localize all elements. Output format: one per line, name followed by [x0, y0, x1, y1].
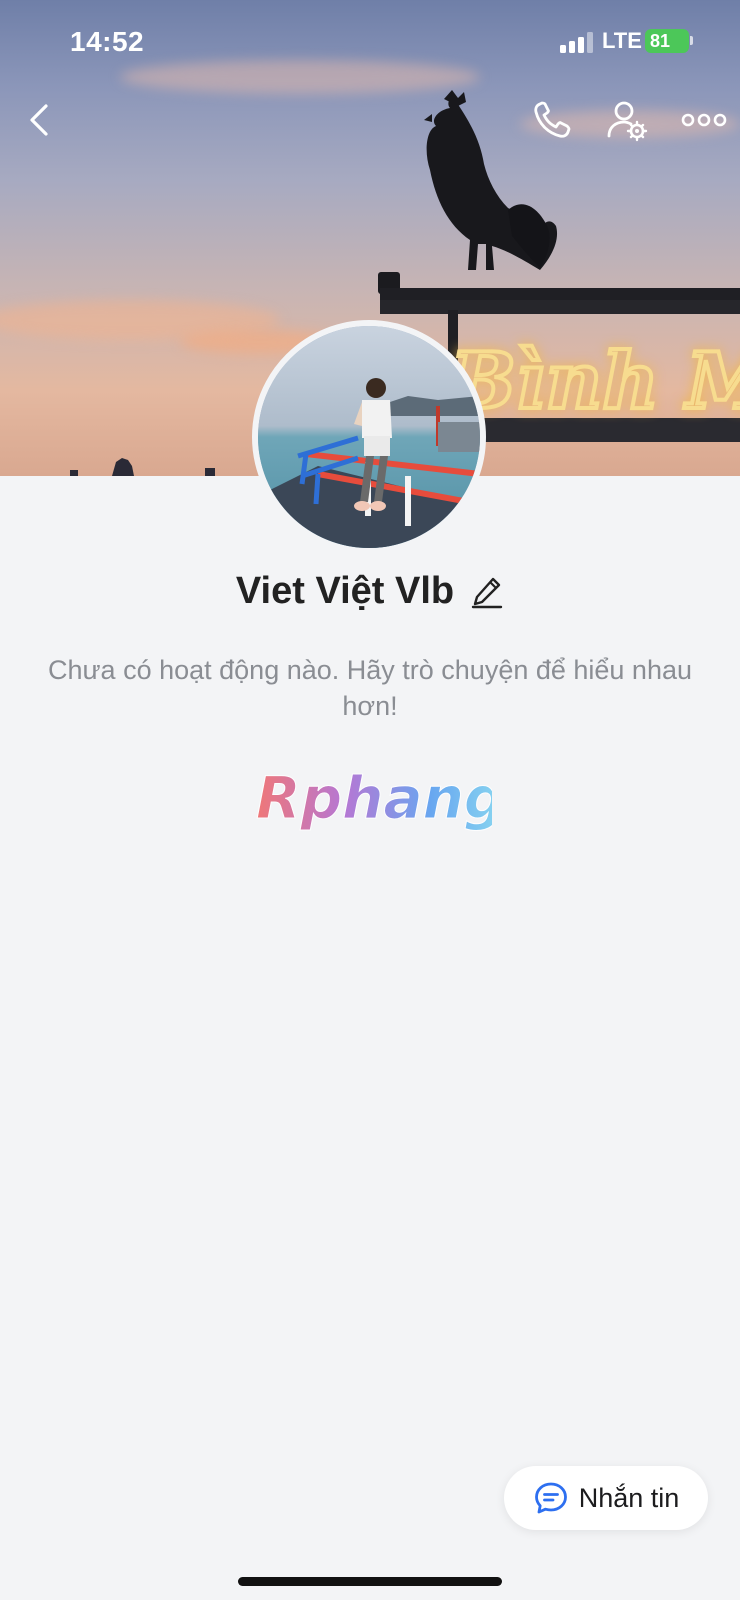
battery-tip [690, 36, 693, 45]
watermark-text: Rphang [256, 766, 492, 832]
message-button-label: Nhắn tin [578, 1482, 680, 1513]
network-label: LTE [602, 28, 642, 53]
home-indicator[interactable] [238, 1577, 502, 1586]
more-dots-icon [681, 113, 727, 127]
message-button[interactable]: Nhắn tin [504, 1466, 708, 1530]
back-button[interactable] [16, 96, 64, 144]
profile-settings-button[interactable] [604, 96, 652, 144]
pencil-icon[interactable] [470, 575, 504, 609]
activity-empty-text: Chưa có hoạt động nào. Hãy trò chuyện để… [47, 655, 693, 721]
status-time: 14:52 [70, 26, 145, 57]
phone-icon [534, 101, 571, 138]
user-settings-icon [607, 101, 648, 142]
watermark-logo: Rphang [256, 766, 493, 833]
call-button[interactable] [528, 96, 576, 144]
status-bar: 14:52 LTE 81 [0, 0, 740, 84]
battery-level: 81 [650, 31, 671, 51]
chat-bubble-icon [534, 1482, 567, 1514]
battery-icon: 81 [645, 29, 689, 53]
chevron-left-icon [30, 104, 48, 136]
neon-sign-text: Bình Minh [448, 336, 740, 427]
avatar-image [258, 326, 480, 548]
more-options-button[interactable] [680, 96, 728, 144]
avatar[interactable] [252, 320, 486, 554]
signal-icon [560, 31, 594, 53]
profile-name-row: Viet Việt Vlb [0, 570, 740, 622]
profile-name: Viet Việt Vlb [235, 570, 455, 612]
